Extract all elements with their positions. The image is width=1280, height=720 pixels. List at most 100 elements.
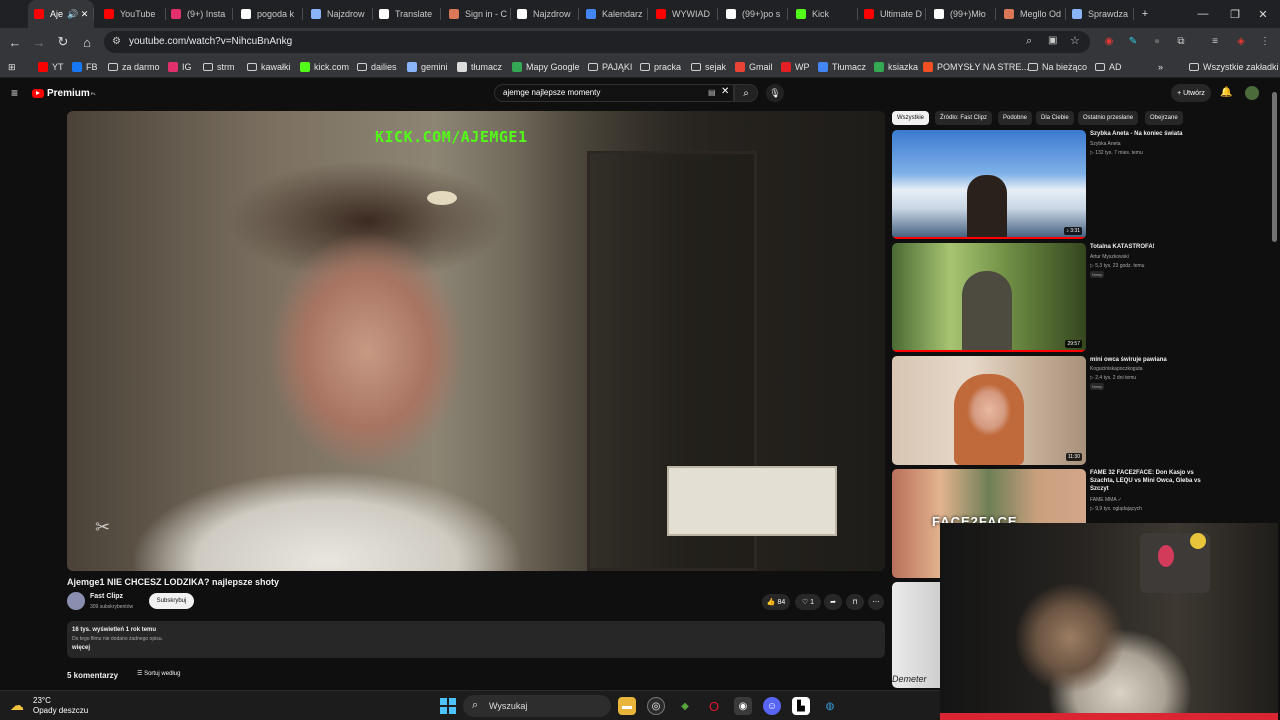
filter-chip[interactable]: Wszystkie	[892, 111, 929, 125]
channel-name[interactable]: Fast Clipz	[90, 593, 123, 600]
recommendation-channel[interactable]: Koguciniskapoczkoguta	[1090, 366, 1143, 372]
recommendation-title[interactable]: mini owca świruje pawiana	[1090, 356, 1210, 364]
recommendation-thumbnail[interactable]: 29:57	[892, 243, 1086, 352]
extensions-puzzle-icon[interactable]: ⧉	[1174, 34, 1188, 48]
bookmark-item[interactable]: POMYSŁY NA STRE...	[923, 60, 1029, 74]
bookmark-item[interactable]: Tłumacz	[818, 60, 866, 74]
bookmark-item[interactable]: tłumacz	[457, 60, 502, 74]
bookmark-item[interactable]: AD	[1095, 60, 1122, 74]
browser-tab[interactable]: Megllo Od	[998, 0, 1066, 28]
bookmark-item[interactable]: kawałki	[247, 60, 291, 74]
extension-icon[interactable]: ●	[1150, 34, 1164, 48]
close-tab-icon[interactable]: 🔊 ✕	[67, 9, 88, 20]
channel-avatar[interactable]	[67, 592, 85, 610]
bookmark-item[interactable]: sejak	[691, 60, 726, 74]
recommendation-title[interactable]: Totalna KATASTROFA!	[1090, 243, 1210, 251]
filter-chip[interactable]: Podobne	[998, 111, 1033, 125]
page-scrollbar[interactable]	[1272, 92, 1277, 242]
bookmark-item[interactable]: FB	[72, 60, 98, 74]
save-button[interactable]: ⊓	[846, 594, 864, 610]
browser-tab[interactable]: Aje 🔊 ✕	[28, 0, 94, 28]
bookmarks-overflow-button[interactable]: »	[1158, 60, 1163, 74]
taskbar-search[interactable]: ⌕ Wyszukaj	[463, 695, 611, 717]
weather-description[interactable]: Opady deszczu	[33, 706, 88, 715]
all-bookmarks-button[interactable]: Wszystkie zakładki	[1189, 60, 1279, 74]
browser-tab[interactable]: (99+)po s	[720, 0, 788, 28]
browser-tab[interactable]: Najzdrow	[305, 0, 373, 28]
browser-tab[interactable]: Ultimate D	[858, 0, 926, 28]
youtube-logo[interactable]: Premium PL	[32, 88, 96, 99]
voice-search-button[interactable]: 🎙	[766, 84, 784, 102]
clear-search-icon[interactable]: ✕	[721, 86, 729, 97]
browser-tab[interactable]: Translate	[373, 0, 441, 28]
search-button[interactable]: ⌕	[734, 84, 758, 102]
sort-comments-button[interactable]: ☰ Sortuj według	[137, 670, 180, 677]
dislike-button[interactable]: ♡ 1	[795, 594, 821, 610]
bookmark-item[interactable]: IG	[168, 60, 192, 74]
bookmark-item[interactable]: WP	[781, 60, 810, 74]
browser-tab[interactable]: (99+)Mło	[928, 0, 996, 28]
browser-shield-icon[interactable]: ◆	[676, 697, 694, 715]
create-button[interactable]: + Utwórz	[1171, 84, 1211, 102]
search-input[interactable]: ajemge najlepsze momenty ▤ ✕	[494, 84, 734, 102]
browser-tab[interactable]: WYWIAD	[650, 0, 718, 28]
description-more-link[interactable]: więcej	[72, 645, 90, 651]
browser-tab[interactable]: Sign in - C	[443, 0, 511, 28]
browser-tab[interactable]: pogoda k	[235, 0, 303, 28]
bookmark-item[interactable]: za darmo	[108, 60, 160, 74]
notifications-bell-icon[interactable]: 🔔	[1220, 87, 1232, 98]
bookmark-item[interactable]: Gmail	[735, 60, 773, 74]
more-actions-button[interactable]: ⋯	[868, 594, 884, 610]
like-button[interactable]: 👍 84	[762, 594, 790, 610]
subscribe-button[interactable]: Subskrybuj	[149, 593, 194, 609]
back-button[interactable]: ←	[6, 33, 24, 51]
reload-button[interactable]: ↻	[54, 33, 72, 51]
browser-tab[interactable]: Kalendarz	[580, 0, 648, 28]
recommendation-channel[interactable]: FAME MMA ✓	[1090, 497, 1122, 503]
bookmark-item[interactable]: kick.com	[300, 60, 349, 74]
record-extension-icon[interactable]: ◉	[1102, 34, 1116, 48]
reading-list-icon[interactable]: ≡	[1208, 34, 1222, 48]
bookmark-item[interactable]: ksiazka	[874, 60, 918, 74]
browser-tab[interactable]: Najzdrow	[511, 0, 579, 28]
bookmark-item[interactable]: Na bieżąco	[1028, 60, 1087, 74]
bookmark-item[interactable]: strm	[203, 60, 235, 74]
filter-chip[interactable]: Obejrzane	[1145, 111, 1183, 125]
chrome-menu-icon[interactable]: ⋮	[1258, 34, 1272, 48]
extension-icon[interactable]: ✎	[1126, 34, 1140, 48]
browser-tab[interactable]: Kick	[790, 0, 858, 28]
recommendation-title[interactable]: Szybka Aneta - Na koniec świata	[1090, 130, 1210, 138]
share-button[interactable]: ➦	[824, 594, 842, 610]
address-bar[interactable]: ⚙ youtube.com/watch?v=NihcuBnAnkg ⌕ ▣ ☆	[104, 31, 1090, 53]
weather-temperature[interactable]: 23°C	[33, 696, 51, 705]
recommendation-channel[interactable]: Artur Myszkowski	[1090, 254, 1129, 260]
bookmark-item[interactable]: Mapy Google	[512, 60, 580, 74]
recommendation-thumbnail[interactable]: ♪ 3:31	[892, 130, 1086, 239]
file-explorer-icon[interactable]: ▬	[618, 697, 636, 715]
filter-chip[interactable]: Dla Ciebie	[1036, 111, 1074, 125]
filter-chip[interactable]: Ostatnio przesłane	[1078, 111, 1139, 125]
account-avatar[interactable]	[1245, 86, 1259, 100]
bookmark-item[interactable]: YT	[38, 60, 64, 74]
zoom-icon[interactable]: ⌕	[1026, 35, 1032, 48]
hamburger-menu-icon[interactable]: ≡	[11, 86, 18, 100]
discord-icon[interactable]: ☺	[763, 697, 781, 715]
minimize-button[interactable]: —	[1186, 0, 1220, 28]
apps-grid-icon[interactable]: ⊞	[8, 60, 16, 74]
new-tab-button[interactable]: +	[1128, 0, 1162, 28]
recommendation-thumbnail[interactable]: 11:30	[892, 356, 1086, 465]
windows-start-button[interactable]	[440, 698, 456, 714]
keyboard-icon[interactable]: ▤	[708, 88, 716, 97]
forward-button[interactable]: →	[30, 33, 48, 51]
opera-icon[interactable]: O	[705, 697, 723, 715]
recommendation-channel[interactable]: Szybka Aneta	[1090, 141, 1121, 147]
globe-app-icon[interactable]: ◍	[821, 697, 839, 715]
weather-cloud-icon[interactable]: ☁	[10, 697, 30, 715]
browser-tab[interactable]: (9+) Insta	[165, 0, 233, 28]
obs-icon[interactable]: ▙	[792, 697, 810, 715]
filter-chip[interactable]: Źródło: Fast Clipz	[935, 111, 993, 125]
chrome-icon[interactable]: ◉	[734, 697, 752, 715]
install-icon[interactable]: ▣	[1048, 35, 1057, 46]
recommendation-title[interactable]: FAME 32 FACE2FACE: Don Kasjo vs Szachta,…	[1090, 469, 1210, 493]
video-player[interactable]: KICK.COM/AJEMGE1 ✂	[67, 111, 885, 571]
